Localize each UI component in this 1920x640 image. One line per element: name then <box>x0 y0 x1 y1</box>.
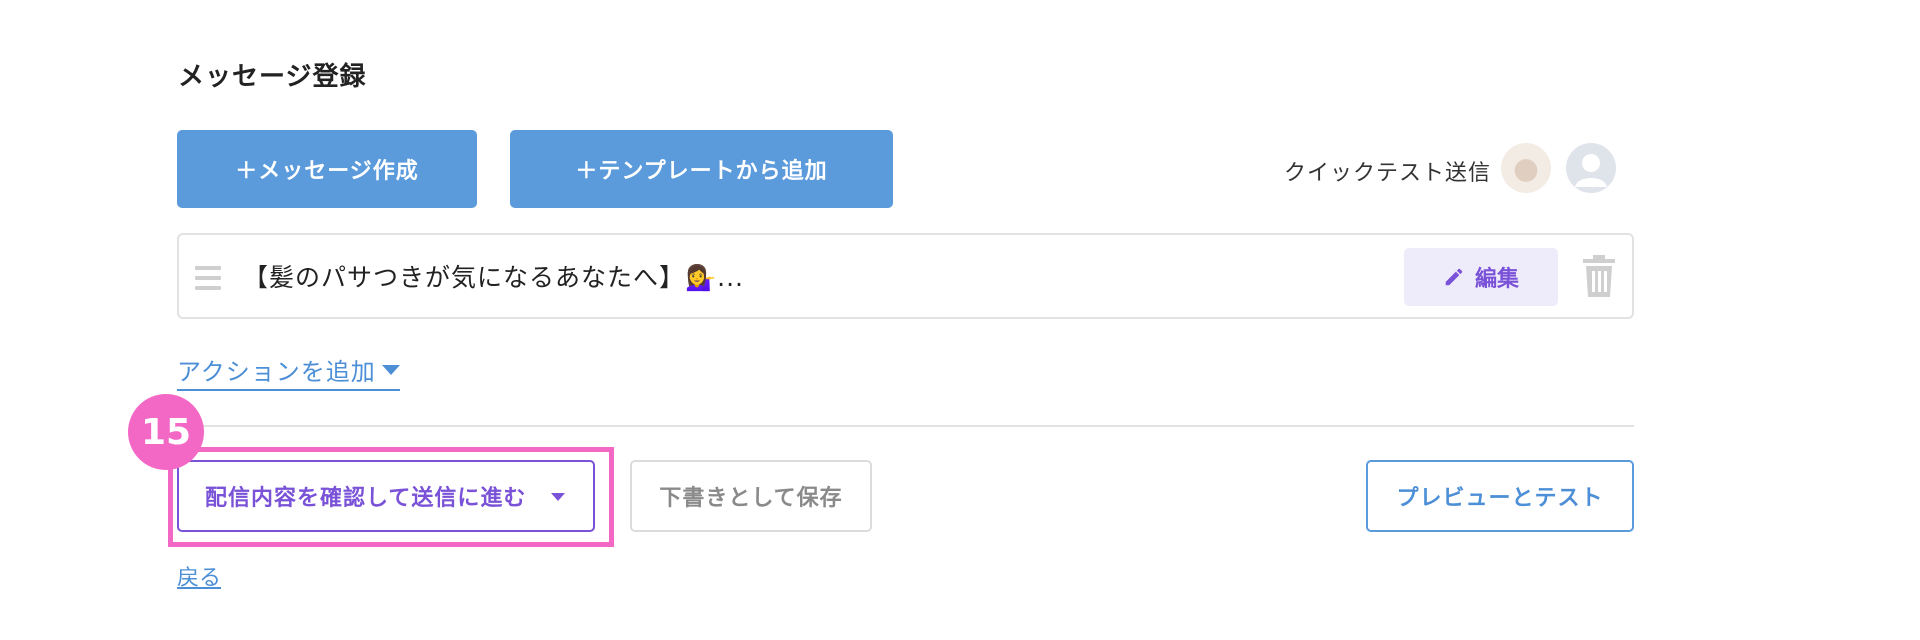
add-action-link[interactable]: アクションを追加 <box>177 352 400 391</box>
add-from-template-button[interactable]: ＋テンプレートから追加 <box>510 130 893 208</box>
quick-test-label: クイックテスト送信 <box>1284 161 1492 186</box>
pencil-icon <box>1445 268 1463 286</box>
edit-button[interactable]: 編集 <box>1404 248 1558 306</box>
default-avatar-icon[interactable] <box>1566 143 1616 193</box>
divider <box>177 425 1634 427</box>
message-preview-text: 【髪のパサつきが気になるあなたへ】💁‍♀️... <box>243 263 744 292</box>
test-user-avatar[interactable] <box>1501 143 1551 193</box>
caret-down-icon <box>381 364 400 375</box>
page-title: メッセージ登録 <box>178 62 367 92</box>
confirm-send-label: 配信内容を確認して送信に進む <box>205 486 527 511</box>
create-message-button[interactable]: ＋メッセージ作成 <box>177 130 477 208</box>
step-badge: 15 <box>128 394 204 470</box>
trash-icon[interactable] <box>1581 255 1617 299</box>
edit-label: 編集 <box>1474 267 1519 292</box>
preview-test-button[interactable]: プレビューとテスト <box>1366 460 1634 532</box>
add-action-label: アクションを追加 <box>177 358 376 386</box>
message-item: 【髪のパサつきが気になるあなたへ】💁‍♀️... 編集 <box>177 233 1634 319</box>
confirm-send-button[interactable]: 配信内容を確認して送信に進む <box>177 460 595 532</box>
back-link[interactable]: 戻る <box>177 560 221 592</box>
chevron-down-icon <box>551 493 565 501</box>
save-draft-button[interactable]: 下書きとして保存 <box>630 460 872 532</box>
drag-handle-icon[interactable] <box>195 266 221 296</box>
